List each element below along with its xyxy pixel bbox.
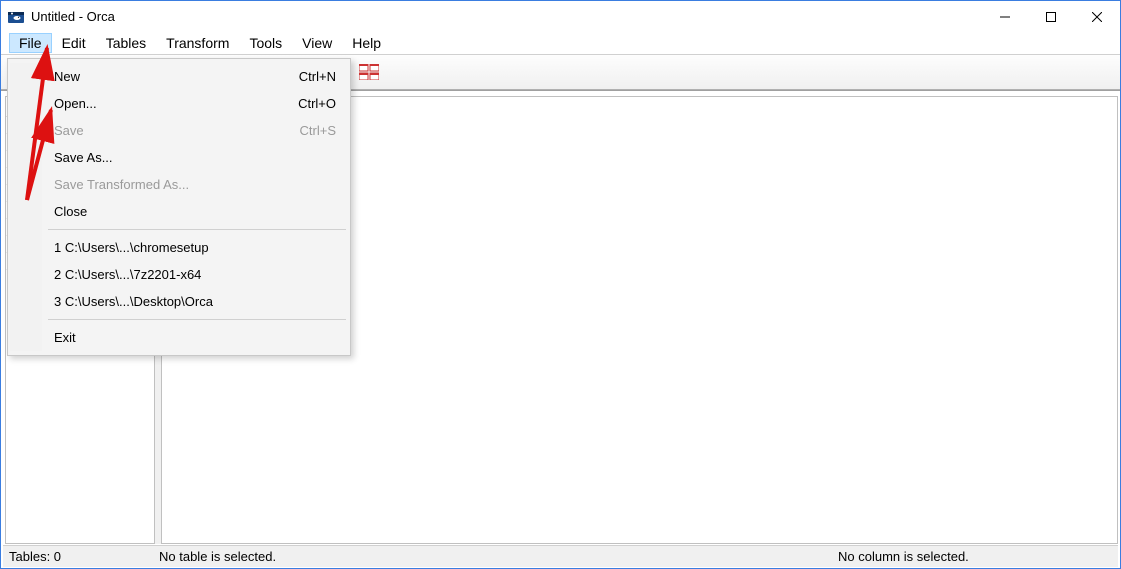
menu-item-label: Exit [54, 330, 76, 345]
status-column-selection: No column is selected. [838, 549, 1118, 564]
menu-item-label: Save As... [54, 150, 113, 165]
file-menu-dropdown: New Ctrl+N Open... Ctrl+O Save Ctrl+S Sa… [7, 58, 351, 356]
menu-item-label: New [54, 69, 80, 84]
menu-item-label: 3 C:\Users\...\Desktop\Orca [54, 294, 213, 309]
menubar: File Edit Tables Transform Tools View He… [1, 32, 1120, 54]
close-button[interactable] [1074, 1, 1120, 33]
menu-item-open[interactable]: Open... Ctrl+O [10, 90, 348, 117]
menu-item-label: Save Transformed As... [54, 177, 189, 192]
menu-item-label: 1 C:\Users\...\chromesetup [54, 240, 209, 255]
maximize-button[interactable] [1028, 1, 1074, 33]
app-icon [7, 8, 25, 26]
menu-separator [48, 319, 346, 320]
statusbar: Tables: 0 No table is selected. No colum… [3, 545, 1118, 567]
menu-item-shortcut: Ctrl+N [299, 69, 336, 84]
minimize-button[interactable] [982, 1, 1028, 33]
menu-tables[interactable]: Tables [96, 33, 156, 53]
window-title: Untitled - Orca [31, 9, 982, 24]
menu-help[interactable]: Help [342, 33, 391, 53]
menu-item-label: Close [54, 204, 87, 219]
menu-item-save: Save Ctrl+S [10, 117, 348, 144]
menu-item-recent-1[interactable]: 1 C:\Users\...\chromesetup [10, 234, 348, 261]
menu-item-label: Save [54, 123, 84, 138]
menu-item-new[interactable]: New Ctrl+N [10, 63, 348, 90]
menu-separator [48, 229, 346, 230]
menu-edit[interactable]: Edit [52, 33, 96, 53]
menu-item-save-as[interactable]: Save As... [10, 144, 348, 171]
status-table-selection: No table is selected. [159, 549, 838, 564]
menu-item-label: 2 C:\Users\...\7z2201-x64 [54, 267, 201, 282]
menu-item-exit[interactable]: Exit [10, 324, 348, 351]
menu-item-close[interactable]: Close [10, 198, 348, 225]
menu-tools[interactable]: Tools [239, 33, 292, 53]
toolbar-tables-icon[interactable] [357, 60, 381, 84]
menu-file[interactable]: File [9, 33, 52, 53]
menu-view[interactable]: View [292, 33, 342, 53]
menu-item-shortcut: Ctrl+O [298, 96, 336, 111]
menu-item-recent-2[interactable]: 2 C:\Users\...\7z2201-x64 [10, 261, 348, 288]
status-tables-count: Tables: 0 [3, 549, 159, 564]
menu-item-save-transformed-as: Save Transformed As... [10, 171, 348, 198]
titlebar: Untitled - Orca [1, 0, 1120, 32]
menu-item-shortcut: Ctrl+S [300, 123, 336, 138]
menu-item-label: Open... [54, 96, 97, 111]
menu-transform[interactable]: Transform [156, 33, 239, 53]
menu-item-recent-3[interactable]: 3 C:\Users\...\Desktop\Orca [10, 288, 348, 315]
